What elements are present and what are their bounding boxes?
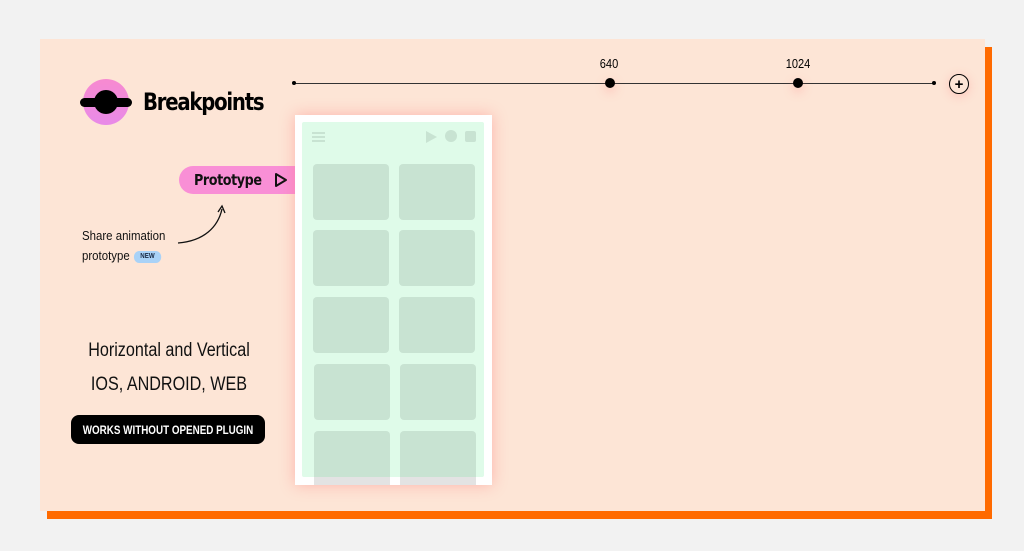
app-title: Breakpoints: [143, 88, 265, 116]
mockup-tile-overflow: [314, 477, 390, 485]
mockup-tile: [399, 164, 475, 220]
breakpoint-label: 1024: [785, 56, 811, 71]
curved-arrow-icon: [177, 204, 226, 244]
works-without-plugin-badge: WORKS WITHOUT OPENED PLUGIN: [71, 415, 265, 444]
new-badge: NEW: [134, 250, 161, 263]
record-icon: [445, 130, 457, 142]
plus-circle-icon: +: [954, 75, 964, 93]
breakpoint-handle-1024[interactable]: [793, 78, 803, 88]
prototype-button-label: Prototype: [194, 171, 262, 189]
track-end-handle[interactable]: [932, 81, 936, 85]
breakpoint-handle-640[interactable]: [605, 78, 615, 88]
mockup-tile: [313, 230, 389, 286]
prototype-button[interactable]: Prototype: [179, 166, 307, 194]
mockup-tile: [314, 431, 390, 477]
mockup-tile: [313, 297, 389, 353]
mockup-tile-overflow: [400, 477, 476, 485]
mockup-tile: [313, 164, 389, 220]
mockup-tile: [314, 364, 390, 420]
share-annotation-line2: prototype: [82, 248, 130, 263]
breakpoints-logo-icon: [80, 79, 132, 125]
orientation-text: Horizontal and Vertical: [88, 340, 250, 361]
works-without-plugin-label: WORKS WITHOUT OPENED PLUGIN: [82, 422, 254, 437]
track-start-handle[interactable]: [292, 81, 296, 85]
play-icon: [426, 131, 437, 143]
mockup-tile: [399, 230, 475, 286]
menu-icon: [312, 132, 325, 142]
phone-mockup: [295, 115, 492, 485]
share-annotation-line1: Share animation: [82, 228, 166, 243]
play-icon: [275, 173, 287, 187]
mockup-tile: [400, 431, 476, 477]
stop-icon: [465, 131, 476, 142]
mockup-tile: [400, 364, 476, 420]
mockup-tile: [399, 297, 475, 353]
platforms-text: IOS, ANDROID, WEB: [90, 374, 248, 395]
share-annotation: Share animation prototype NEW: [82, 226, 165, 266]
add-breakpoint-button[interactable]: +: [949, 74, 969, 94]
mockup-screen: [302, 122, 484, 477]
breakpoint-label: 640: [599, 56, 619, 71]
